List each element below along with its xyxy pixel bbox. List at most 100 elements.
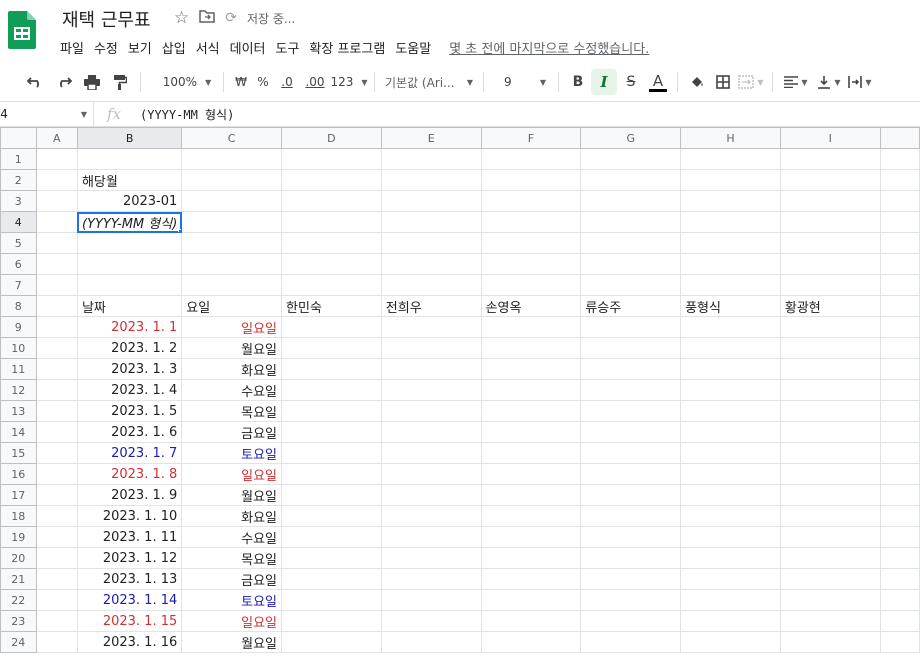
row-header[interactable]: 12 (0, 379, 37, 401)
weekday-cell[interactable]: 월요일 (181, 484, 283, 506)
cell[interactable] (380, 421, 482, 443)
date-cell[interactable]: 2023. 1. 13 (76, 568, 183, 590)
row-header[interactable]: 15 (0, 442, 37, 464)
cell[interactable] (35, 211, 78, 233)
date-cell[interactable]: 2023. 1. 12 (76, 547, 183, 569)
cell[interactable] (480, 232, 582, 254)
cell[interactable] (281, 400, 382, 422)
cell[interactable] (680, 568, 781, 590)
cell[interactable] (480, 379, 582, 401)
cell[interactable] (380, 589, 482, 611)
cell[interactable] (35, 358, 78, 380)
cell[interactable] (35, 610, 78, 632)
cell[interactable] (480, 547, 582, 569)
cell[interactable] (380, 400, 482, 422)
cell[interactable] (879, 526, 920, 548)
cell[interactable] (480, 568, 582, 590)
weekday-cell[interactable]: 화요일 (181, 358, 283, 380)
cell[interactable] (76, 148, 183, 170)
cell[interactable] (879, 589, 920, 611)
cell[interactable] (680, 379, 781, 401)
cell[interactable] (35, 190, 78, 212)
cell[interactable] (879, 442, 920, 464)
cell[interactable] (181, 232, 283, 254)
cell[interactable] (35, 232, 78, 254)
cell[interactable] (680, 253, 781, 275)
cell[interactable] (380, 190, 482, 212)
cell[interactable] (281, 442, 382, 464)
redo-icon[interactable] (50, 69, 78, 95)
cell[interactable] (779, 358, 881, 380)
cell[interactable] (380, 337, 482, 359)
row-header[interactable]: 6 (0, 253, 37, 275)
cell[interactable] (879, 169, 920, 191)
more-formats-select[interactable]: 123 ▼ (330, 69, 368, 95)
cell[interactable] (680, 463, 781, 485)
cell[interactable] (35, 379, 78, 401)
cell[interactable] (580, 379, 682, 401)
cell[interactable] (480, 148, 582, 170)
cell[interactable] (779, 589, 881, 611)
hint-cell-selected[interactable]: (YYYY-MM 형식) (76, 211, 183, 233)
cell[interactable] (480, 484, 582, 506)
cell[interactable] (480, 316, 582, 338)
cell[interactable] (281, 190, 382, 212)
menu-edit[interactable]: 수정 (92, 38, 126, 57)
header-person[interactable]: 전희우 (380, 295, 482, 317)
weekday-cell[interactable]: 월요일 (181, 337, 283, 359)
date-cell[interactable]: 2023. 1. 11 (76, 526, 183, 548)
cell[interactable] (879, 253, 920, 275)
vertical-align-icon[interactable]: ▼ (813, 69, 845, 95)
fill-handle[interactable] (178, 229, 181, 232)
date-cell[interactable]: 2023. 1. 7 (76, 442, 183, 464)
month-label-cell[interactable]: 해당월 (76, 169, 183, 191)
column-header-h[interactable]: H (680, 127, 781, 149)
cell[interactable] (76, 274, 183, 296)
cell[interactable] (281, 421, 382, 443)
cell[interactable] (879, 358, 920, 380)
cell[interactable] (380, 211, 482, 233)
cell[interactable] (281, 463, 382, 485)
cell[interactable] (380, 631, 482, 653)
date-cell[interactable]: 2023. 1. 5 (76, 400, 183, 422)
strikethrough-button[interactable]: S (617, 69, 645, 95)
cell[interactable] (580, 610, 682, 632)
cell[interactable] (380, 316, 482, 338)
cell[interactable] (580, 274, 682, 296)
cell[interactable] (380, 484, 482, 506)
cell[interactable] (779, 169, 881, 191)
cell[interactable] (380, 148, 482, 170)
cell[interactable] (380, 253, 482, 275)
move-folder-icon[interactable] (199, 8, 215, 28)
cell[interactable] (76, 232, 183, 254)
cell[interactable] (480, 589, 582, 611)
increase-decimal-button[interactable]: .00 (300, 69, 330, 95)
cell[interactable] (580, 358, 682, 380)
cell[interactable] (35, 442, 78, 464)
cell[interactable] (580, 148, 682, 170)
last-edit-link[interactable]: 몇 초 전에 마지막으로 수정했습니다. (449, 38, 649, 57)
cell[interactable] (281, 484, 382, 506)
row-header[interactable]: 13 (0, 400, 37, 422)
weekday-cell[interactable]: 금요일 (181, 568, 283, 590)
header-person[interactable]: 풍형식 (680, 295, 781, 317)
row-header[interactable]: 18 (0, 505, 37, 527)
cell[interactable] (281, 547, 382, 569)
row-header[interactable]: 17 (0, 484, 37, 506)
cell[interactable] (480, 505, 582, 527)
cell[interactable] (879, 610, 920, 632)
row-header[interactable]: 23 (0, 610, 37, 632)
cell[interactable] (380, 379, 482, 401)
cell[interactable] (879, 274, 920, 296)
currency-format-button[interactable]: ₩ (230, 69, 252, 95)
cell[interactable] (480, 463, 582, 485)
cell[interactable] (779, 547, 881, 569)
cell[interactable] (879, 211, 920, 233)
date-cell[interactable]: 2023. 1. 2 (76, 337, 183, 359)
percent-format-button[interactable]: % (252, 69, 274, 95)
cell[interactable] (35, 337, 78, 359)
row-header[interactable]: 11 (0, 358, 37, 380)
cell[interactable] (779, 190, 881, 212)
cell[interactable] (380, 547, 482, 569)
cell[interactable] (76, 253, 183, 275)
